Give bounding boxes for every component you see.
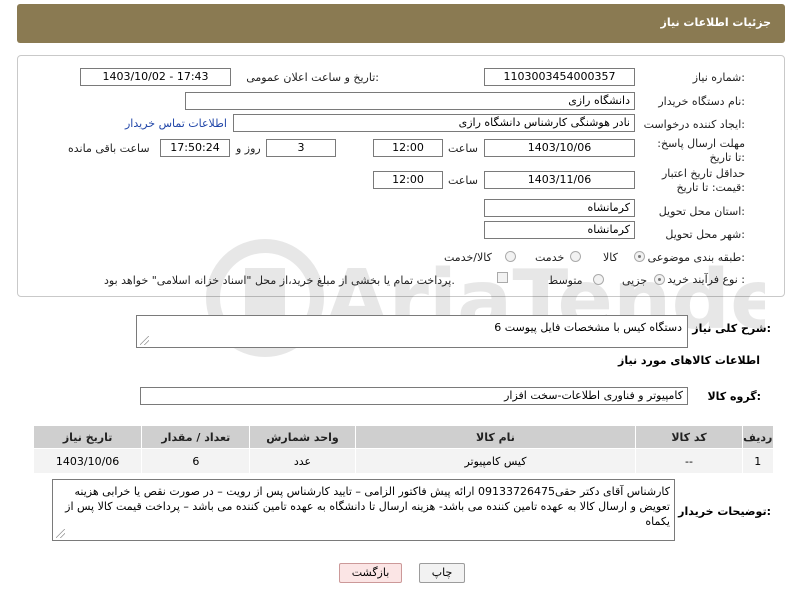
purchase-type-label: نوع فرآیند خرید : [667, 273, 745, 286]
remaining-time-field: 17:50:24 [160, 139, 230, 157]
col-date-header: تاریخ نیاز [32, 425, 143, 449]
buyer-org-label: نام دستگاه خریدار: [658, 95, 745, 108]
days-label: روز و [236, 142, 261, 155]
page-title: جزئیات اطلاعات نیاز [660, 16, 772, 29]
city-field: کرمانشاه [484, 221, 635, 239]
category-service-label: خدمت [535, 251, 565, 264]
goods-table-header: ردیف کد کالا نام کالا واحد شمارش تعداد /… [32, 425, 775, 449]
cell-quantity: 6 [141, 448, 251, 474]
general-description-label: شرح کلی نیاز: [692, 322, 771, 335]
treasury-payment-checkbox[interactable] [497, 272, 508, 283]
city-label: شهر محل تحویل: [665, 228, 745, 241]
buyer-notes-text: کارشناس آقای دکتر حقی09133726475 ارائه پ… [65, 485, 670, 528]
goods-info-title: اطلاعات کالاهای مورد نیاز [618, 354, 760, 367]
category-label: طبقه بندی موضوعی: [647, 251, 745, 264]
col-unit-header: واحد شمارش [249, 425, 356, 449]
validity-date-field: 1403/11/06 [484, 171, 635, 189]
resize-grip-icon[interactable] [140, 336, 149, 345]
general-description-text: 6 دستگاه کیس با مشخصات فایل پیوست [494, 321, 682, 334]
goods-group-label: گروه کالا: [707, 390, 761, 403]
cell-unit: عدد [249, 448, 356, 474]
announce-label: تاریخ و ساعت اعلان عمومی: [246, 71, 379, 84]
general-description-field: 6 دستگاه کیس با مشخصات فایل پیوست [136, 315, 688, 348]
province-field: کرمانشاه [484, 199, 635, 217]
process-partial-radio[interactable] [654, 274, 665, 285]
goods-table: ردیف کد کالا نام کالا واحد شمارش تعداد /… [32, 425, 775, 474]
col-quantity-header: تعداد / مقدار [141, 425, 251, 449]
deadline-time-field: 12:00 [373, 139, 443, 157]
back-button[interactable]: بازگشت [339, 563, 402, 583]
resize-grip-icon[interactable] [56, 529, 65, 538]
buyer-org-field: دانشگاه رازی [185, 92, 635, 110]
validity-time-label: ساعت [448, 174, 478, 187]
category-goods-radio[interactable] [634, 251, 645, 262]
need-number-label: شماره نیاز: [692, 71, 745, 84]
col-name-header: نام کالا [354, 425, 637, 449]
deadline-time-label: ساعت [448, 142, 478, 155]
validity-time-field: 12:00 [373, 171, 443, 189]
cell-code: -- [635, 448, 743, 474]
process-partial-label: جزیی [622, 274, 648, 287]
cell-row-number: 1 [741, 448, 775, 474]
process-medium-label: متوسط [548, 274, 583, 287]
validity-label: حداقل تاریخ اعتبار قیمت: تا تاریخ: [661, 167, 745, 194]
print-button[interactable]: چاپ [419, 563, 465, 583]
cell-name: کیس کامپیوتر [354, 448, 637, 474]
category-service-radio[interactable] [570, 251, 581, 262]
category-both-radio[interactable] [505, 251, 516, 262]
creator-label: ایجاد کننده درخواست: [643, 118, 745, 131]
process-medium-radio[interactable] [593, 274, 604, 285]
need-number-field: 1103003454000357 [484, 68, 635, 86]
page-header: جزئیات اطلاعات نیاز [17, 4, 785, 43]
goods-group-field: کامپیوتر و فناوری اطلاعات-سخت افزار [140, 387, 688, 405]
announce-datetime-field: 1403/10/02 - 17:43 [80, 68, 231, 86]
category-both-label: کالا/خدمت [444, 251, 492, 264]
buyer-notes-label: توضیحات خریدار: [678, 505, 771, 518]
col-code-header: کد کالا [635, 425, 743, 449]
col-row-header: ردیف [741, 425, 775, 449]
deadline-label: مهلت ارسال پاسخ: تا تاریخ: [657, 137, 745, 164]
creator-field: نادر هوشنگی کارشناس دانشگاه رازی [233, 114, 635, 132]
deadline-date-field: 1403/10/06 [484, 139, 635, 157]
remaining-time-label: ساعت باقی مانده [68, 142, 150, 155]
buyer-notes-field: کارشناس آقای دکتر حقی09133726475 ارائه پ… [52, 479, 675, 541]
category-goods-label: کالا [603, 251, 618, 264]
buyer-contact-link[interactable]: اطلاعات تماس خریدار [125, 117, 227, 130]
treasury-payment-note: پرداخت تمام یا بخشی از مبلغ خرید،از محل … [104, 274, 455, 287]
province-label: استان محل تحویل: [658, 205, 745, 218]
days-remaining-field: 3 [266, 139, 336, 157]
table-row: 1 -- کیس کامپیوتر عدد 6 1403/10/06 [32, 448, 775, 474]
cell-date: 1403/10/06 [32, 448, 143, 474]
